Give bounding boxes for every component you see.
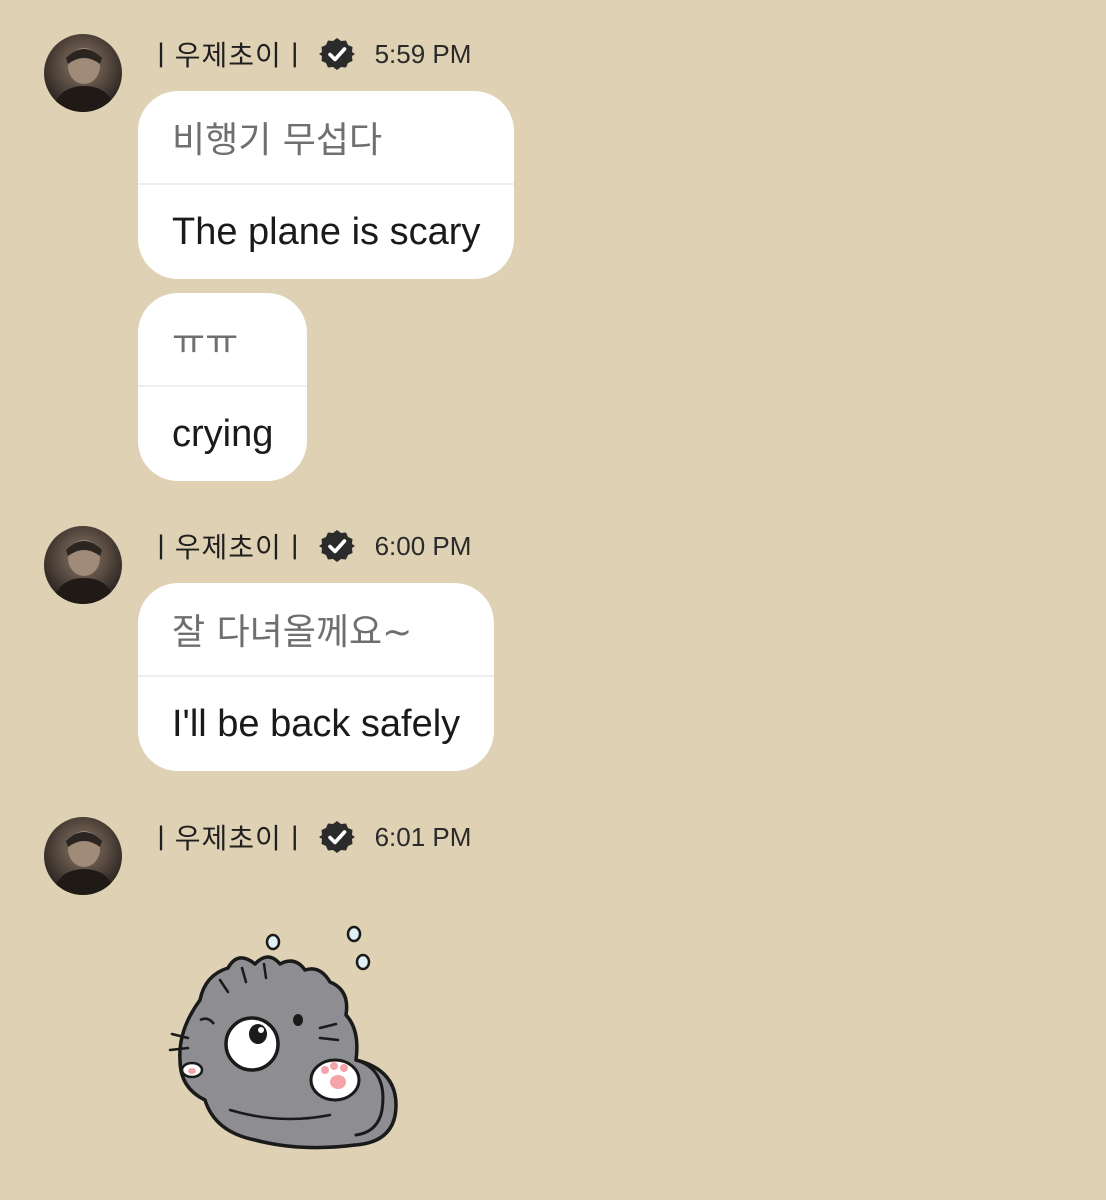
message-bubble[interactable]: 잘 다녀올께요~ I'll be back safely xyxy=(138,583,495,771)
avatar[interactable] xyxy=(44,817,122,895)
timestamp: 6:00 PM xyxy=(374,530,472,561)
message-bubble[interactable]: 비행기 무섭다 The plane is scary xyxy=(138,91,515,279)
timestamp: 5:59 PM xyxy=(374,38,472,69)
crying-gray-cat-sticker[interactable] xyxy=(160,920,410,1170)
message-header: ㅣ우제초이ㅣ 5:59 PM xyxy=(148,34,471,74)
avatar[interactable] xyxy=(44,526,122,604)
timestamp: 6:01 PM xyxy=(374,821,472,852)
sender-name[interactable]: ㅣ우제초이ㅣ xyxy=(148,526,309,566)
message-header: ㅣ우제초이ㅣ 6:01 PM xyxy=(148,817,471,857)
verified-badge-icon xyxy=(318,819,355,855)
verified-badge-icon xyxy=(318,528,355,564)
message-header: ㅣ우제초이ㅣ 6:00 PM xyxy=(148,526,471,566)
original-text: ㅠㅠ xyxy=(138,293,308,387)
original-text: 잘 다녀올께요~ xyxy=(138,583,495,677)
original-text: 비행기 무섭다 xyxy=(138,91,515,185)
avatar[interactable] xyxy=(44,34,122,112)
verified-badge-icon xyxy=(318,36,355,72)
sender-name[interactable]: ㅣ우제초이ㅣ xyxy=(148,817,309,857)
sender-name[interactable]: ㅣ우제초이ㅣ xyxy=(148,34,309,74)
translated-text: I'll be back safely xyxy=(172,702,461,745)
translated-text: crying xyxy=(172,412,274,455)
translated-text: The plane is scary xyxy=(172,210,481,253)
message-bubble[interactable]: ㅠㅠ crying xyxy=(138,293,308,481)
